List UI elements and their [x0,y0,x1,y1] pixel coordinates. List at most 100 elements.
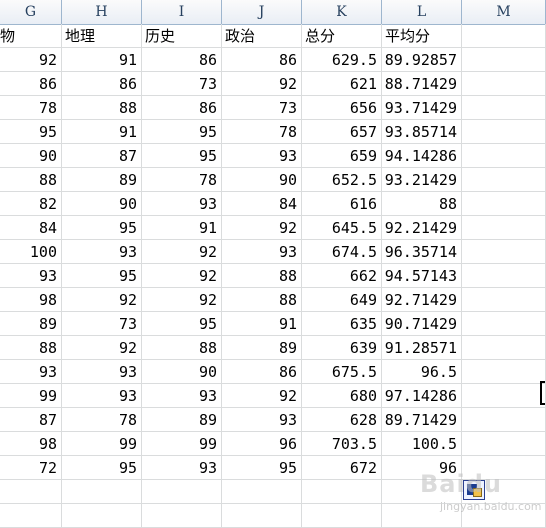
cell-g[interactable]: 82 [0,192,62,216]
cell-i[interactable]: 86 [142,48,222,72]
cell-g[interactable]: 89 [0,312,62,336]
cell-i[interactable]: 92 [142,240,222,264]
cell-k[interactable]: 656 [302,96,382,120]
cell-j[interactable]: 90 [222,168,302,192]
cell-i[interactable]: 92 [142,288,222,312]
cell-l[interactable]: 90.71429 [382,312,462,336]
cell-h[interactable]: 95 [62,264,142,288]
cell-h[interactable]: 93 [62,384,142,408]
cell-m[interactable] [462,96,546,120]
cell-k[interactable]: 703.5 [302,432,382,456]
cell-k[interactable]: 635 [302,312,382,336]
cell-h[interactable]: 92 [62,336,142,360]
cell-i[interactable]: 73 [142,72,222,96]
cell-l[interactable]: 96.5 [382,360,462,384]
cell-j[interactable]: 93 [222,144,302,168]
cell-i[interactable]: 92 [142,264,222,288]
cell-k[interactable]: 662 [302,264,382,288]
cell-i[interactable]: 93 [142,192,222,216]
cell-i[interactable]: 95 [142,144,222,168]
cell-i[interactable]: 90 [142,360,222,384]
cell-m[interactable] [462,240,546,264]
cell-h[interactable]: 95 [62,216,142,240]
cell-m[interactable] [462,360,546,384]
cell-k[interactable] [302,480,382,504]
cell-j[interactable] [222,480,302,504]
cell-g[interactable]: 88 [0,168,62,192]
cell-h[interactable]: 91 [62,120,142,144]
cell-k[interactable]: 649 [302,288,382,312]
cell-k[interactable]: 616 [302,192,382,216]
cell-h[interactable]: 87 [62,144,142,168]
cell-i[interactable] [142,504,222,528]
cell-k[interactable] [302,504,382,528]
column-header-k[interactable]: K [302,0,382,24]
cell-j[interactable]: 89 [222,336,302,360]
cell-m[interactable] [462,336,546,360]
column-header-l[interactable]: L [382,0,462,24]
cell-h[interactable]: 92 [62,288,142,312]
cell-i[interactable]: 89 [142,408,222,432]
cell-k[interactable]: 659 [302,144,382,168]
cell-j[interactable]: 93 [222,408,302,432]
cell-k[interactable]: 639 [302,336,382,360]
cell-g[interactable]: 88 [0,336,62,360]
cell-i[interactable]: 93 [142,456,222,480]
cell-h[interactable]: 93 [62,240,142,264]
cell-g[interactable]: 98 [0,432,62,456]
cell-l[interactable]: 92.21429 [382,216,462,240]
cell-i[interactable]: 93 [142,384,222,408]
cell-m[interactable] [462,264,546,288]
cell-j[interactable]: 92 [222,72,302,96]
cell-h[interactable]: 90 [62,192,142,216]
cell-k[interactable]: 652.5 [302,168,382,192]
cell-m[interactable] [462,384,546,408]
cell-j[interactable]: 86 [222,360,302,384]
cell-h[interactable]: 73 [62,312,142,336]
cell-g[interactable]: 93 [0,360,62,384]
cell-m[interactable] [462,312,546,336]
cell-l[interactable]: 93.21429 [382,168,462,192]
cell-g[interactable]: 87 [0,408,62,432]
cell-m[interactable] [462,72,546,96]
cell-g[interactable]: 90 [0,144,62,168]
cell-i[interactable]: 78 [142,168,222,192]
cell-g[interactable]: 84 [0,216,62,240]
cell-l[interactable]: 平均分 [382,24,462,48]
spreadsheet-grid[interactable]: G H I J K L M 生物地理历史政治总分平均分92918686629.5… [0,0,546,528]
cell-g[interactable]: 100 [0,240,62,264]
cell-l[interactable]: 94.57143 [382,264,462,288]
cell-h[interactable]: 95 [62,456,142,480]
cell-k[interactable]: 629.5 [302,48,382,72]
cell-g[interactable]: 92 [0,48,62,72]
cell-j[interactable]: 95 [222,456,302,480]
cell-i[interactable]: 86 [142,96,222,120]
cell-i[interactable] [142,480,222,504]
cell-i[interactable]: 91 [142,216,222,240]
cell-g[interactable] [0,504,62,528]
column-header-g[interactable]: G [0,0,62,24]
cell-g[interactable] [0,480,62,504]
cell-m[interactable] [462,144,546,168]
cell-j[interactable]: 88 [222,264,302,288]
cell-h[interactable]: 78 [62,408,142,432]
cell-m[interactable] [462,24,546,48]
cell-j[interactable]: 78 [222,120,302,144]
cell-h[interactable]: 地理 [62,24,142,48]
cell-g[interactable]: 99 [0,384,62,408]
cell-j[interactable]: 91 [222,312,302,336]
cell-i[interactable]: 95 [142,312,222,336]
cell-k[interactable]: 674.5 [302,240,382,264]
cell-g[interactable]: 78 [0,96,62,120]
cell-k[interactable]: 657 [302,120,382,144]
cell-k[interactable]: 680 [302,384,382,408]
cell-i[interactable]: 95 [142,120,222,144]
cell-i[interactable]: 88 [142,336,222,360]
cell-l[interactable]: 88.71429 [382,72,462,96]
column-header-h[interactable]: H [62,0,142,24]
cell-k[interactable]: 645.5 [302,216,382,240]
cell-l[interactable]: 89.92857 [382,48,462,72]
cell-j[interactable]: 88 [222,288,302,312]
cell-l[interactable]: 89.71429 [382,408,462,432]
cell-m[interactable] [462,288,546,312]
